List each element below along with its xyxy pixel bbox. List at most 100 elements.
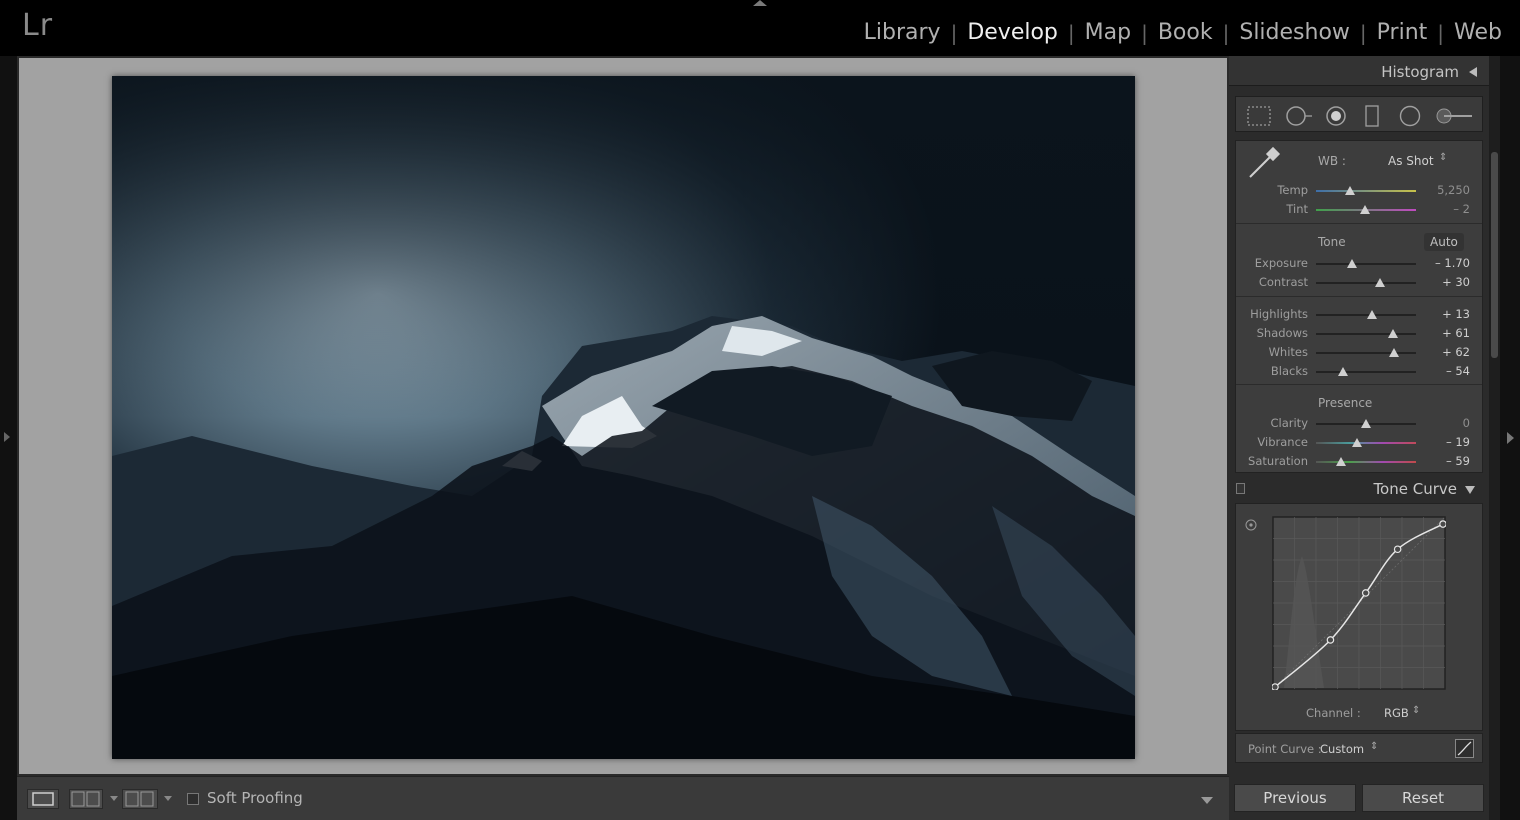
curve-point-3[interactable] <box>1393 545 1402 554</box>
highlights-thumb[interactable] <box>1367 310 1377 319</box>
temp-value[interactable]: 5,250 <box>1420 183 1470 197</box>
left-panel-toggle-arrow[interactable] <box>4 432 10 442</box>
targeted-adjustment-icon[interactable] <box>1244 518 1258 532</box>
top-panel-toggle-arrow[interactable] <box>753 0 767 6</box>
point-curve-edit-button[interactable] <box>1455 739 1474 758</box>
tone-curve-title: Tone Curve <box>1373 480 1457 498</box>
point-curve-select[interactable]: Custom <box>1320 742 1364 756</box>
curve-point-0[interactable] <box>1272 683 1279 690</box>
auto-tone-button[interactable]: Auto <box>1424 233 1464 251</box>
highlights-track[interactable] <box>1316 314 1416 316</box>
right-panel-toggle-arrow[interactable] <box>1507 432 1514 444</box>
tint-thumb[interactable] <box>1360 205 1370 214</box>
basic-panel: WB : As Shot ⇕ Temp 5,250 Tint – 2 Tone … <box>1235 140 1483 473</box>
whites-value[interactable]: + 62 <box>1420 345 1470 359</box>
module-separator: | <box>950 20 958 45</box>
before-after-top-bottom-button[interactable] <box>122 789 158 809</box>
highlights-value[interactable]: + 13 <box>1420 307 1470 321</box>
temp-thumb[interactable] <box>1345 186 1355 195</box>
point-curve-label: Point Curve : <box>1248 742 1322 756</box>
wb-value[interactable]: As Shot <box>1388 154 1434 168</box>
module-picker-bar: Lr Library | Develop | Map | Book | Slid… <box>0 0 1520 56</box>
divider <box>1236 384 1482 385</box>
soft-proofing-checkbox[interactable] <box>187 793 199 805</box>
shadows-thumb[interactable] <box>1388 329 1398 338</box>
presence-section-title: Presence <box>1318 396 1373 410</box>
point-curve-row: Point Curve : Custom ⇕ <box>1235 733 1483 763</box>
channel-select[interactable]: RGB <box>1384 706 1409 720</box>
exposure-thumb[interactable] <box>1347 259 1357 268</box>
module-map[interactable]: Map <box>1079 20 1137 45</box>
shadows-value[interactable]: + 61 <box>1420 326 1470 340</box>
previous-button[interactable]: Previous <box>1234 784 1356 812</box>
saturation-thumb[interactable] <box>1336 457 1346 466</box>
whites-label: Whites <box>1268 345 1308 359</box>
point-curve-dropdown-icon[interactable]: ⇕ <box>1370 741 1378 752</box>
blacks-value[interactable]: – 54 <box>1420 364 1470 378</box>
histogram-header[interactable]: Histogram <box>1229 56 1489 86</box>
whites-track[interactable] <box>1316 352 1416 354</box>
wb-dropdown-icon[interactable]: ⇕ <box>1439 152 1447 163</box>
tone-curve-header[interactable]: Tone Curve <box>1229 476 1489 502</box>
soft-proofing-label: Soft Proofing <box>207 789 303 807</box>
loupe-view-icon <box>32 792 54 806</box>
module-separator: | <box>1067 20 1075 45</box>
module-slideshow[interactable]: Slideshow <box>1233 20 1356 45</box>
whites-thumb[interactable] <box>1389 348 1399 357</box>
module-print[interactable]: Print <box>1371 20 1434 45</box>
panel-scrollbar[interactable] <box>1489 56 1500 820</box>
image-canvas <box>17 56 1229 776</box>
module-web[interactable]: Web <box>1448 20 1508 45</box>
tone-curve-enable-toggle[interactable] <box>1236 483 1245 494</box>
graduated-filter-icon[interactable] <box>1364 105 1380 127</box>
contrast-thumb[interactable] <box>1375 278 1385 287</box>
exposure-value[interactable]: – 1.70 <box>1420 256 1470 270</box>
tone-curve-graph[interactable] <box>1272 516 1446 690</box>
clarity-label: Clarity <box>1270 416 1308 430</box>
tone-curve-collapse-arrow[interactable] <box>1465 486 1475 494</box>
curve-point-2[interactable] <box>1361 589 1370 597</box>
blacks-track[interactable] <box>1316 371 1416 373</box>
radial-filter-icon[interactable] <box>1398 105 1422 127</box>
vibrance-track[interactable] <box>1316 442 1416 444</box>
before-after-top-bottom-dropdown[interactable] <box>164 796 172 801</box>
module-develop[interactable]: Develop <box>961 20 1064 45</box>
divider <box>1236 223 1482 224</box>
clarity-value[interactable]: 0 <box>1420 416 1470 430</box>
loupe-view-button[interactable] <box>27 789 59 809</box>
lightroom-logo: Lr <box>22 8 54 43</box>
module-nav: Library | Develop | Map | Book | Slidesh… <box>858 20 1508 45</box>
photo-preview[interactable] <box>112 76 1135 759</box>
eyedropper-icon[interactable] <box>1246 145 1282 181</box>
shadows-track[interactable] <box>1316 333 1416 335</box>
tint-value[interactable]: – 2 <box>1420 202 1470 216</box>
exposure-track[interactable] <box>1316 263 1416 265</box>
saturation-value[interactable]: – 59 <box>1420 454 1470 468</box>
module-separator: | <box>1359 20 1367 45</box>
before-after-left-right-dropdown[interactable] <box>110 796 118 801</box>
curve-point-4[interactable] <box>1439 520 1446 528</box>
panel-scrollbar-thumb[interactable] <box>1491 152 1498 358</box>
exposure-label: Exposure <box>1254 256 1308 270</box>
channel-dropdown-icon[interactable]: ⇕ <box>1412 705 1420 716</box>
blacks-label: Blacks <box>1270 364 1308 378</box>
vibrance-value[interactable]: – 19 <box>1420 435 1470 449</box>
contrast-value[interactable]: + 30 <box>1420 275 1470 289</box>
module-book[interactable]: Book <box>1152 20 1219 45</box>
module-library[interactable]: Library <box>858 20 947 45</box>
curve-point-1[interactable] <box>1326 636 1335 644</box>
clarity-thumb[interactable] <box>1361 419 1371 428</box>
reset-button[interactable]: Reset <box>1362 784 1484 812</box>
adjustment-brush-icon[interactable] <box>1434 105 1476 127</box>
spot-removal-icon[interactable] <box>1284 105 1314 127</box>
vibrance-thumb[interactable] <box>1352 438 1362 447</box>
saturation-track[interactable] <box>1316 461 1416 463</box>
contrast-track[interactable] <box>1316 282 1416 284</box>
red-eye-icon[interactable] <box>1324 105 1348 127</box>
blacks-thumb[interactable] <box>1338 367 1348 376</box>
temp-track[interactable] <box>1316 190 1416 192</box>
histogram-collapse-arrow[interactable] <box>1469 67 1477 77</box>
toolbar-content-menu-arrow[interactable] <box>1201 797 1213 804</box>
before-after-left-right-button[interactable] <box>69 789 103 809</box>
crop-overlay-icon[interactable] <box>1246 105 1272 127</box>
